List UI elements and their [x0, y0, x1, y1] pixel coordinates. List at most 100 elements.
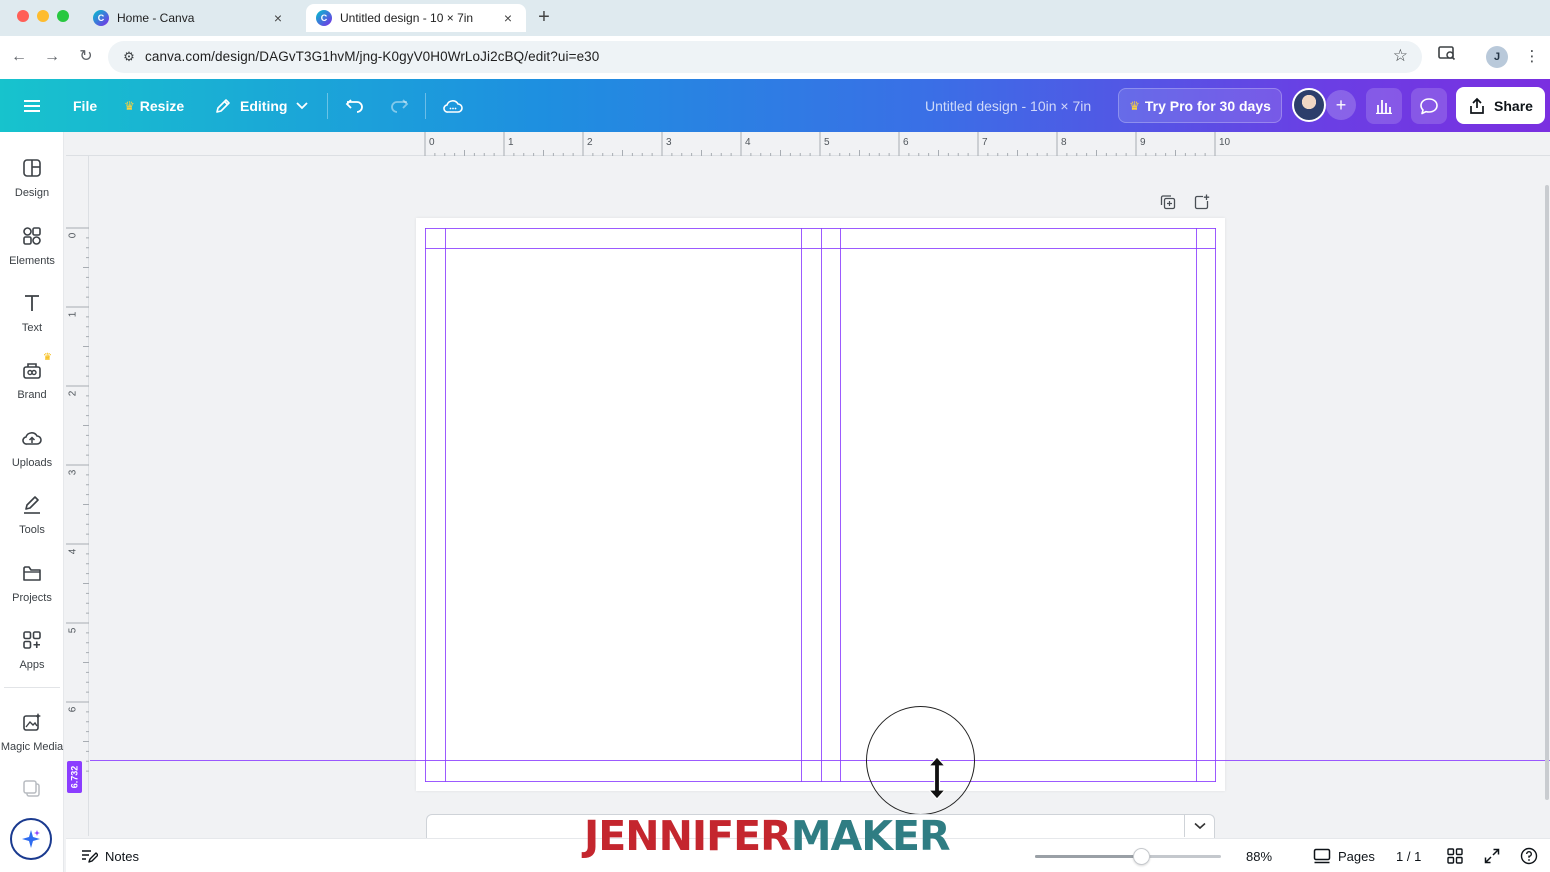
notes-label: Notes	[105, 848, 139, 864]
sidebar-item-label: Tools	[19, 524, 45, 536]
fullscreen-icon[interactable]	[1482, 846, 1502, 866]
horizontal-ruler[interactable]	[66, 132, 1550, 156]
pencil-icon	[214, 97, 232, 115]
crown-icon: ♛	[1129, 98, 1140, 113]
apps-icon	[20, 628, 44, 652]
editing-mode-dropdown[interactable]: Editing	[214, 79, 309, 132]
guide-line-horizontal-active[interactable]	[90, 760, 1550, 761]
upload-share-icon	[1470, 97, 1484, 114]
cloud-save-icon[interactable]	[440, 93, 466, 119]
browser-tab-home[interactable]: C Home - Canva ×	[83, 4, 296, 32]
insights-button[interactable]	[1366, 88, 1402, 124]
ruler-ticks	[66, 227, 89, 772]
sidebar-item-projects[interactable]: Projects	[0, 559, 64, 619]
duplicate-page-icon[interactable]	[1158, 192, 1178, 212]
sidebar-item-tools[interactable]: Tools	[0, 491, 64, 551]
browser-tab-bar: C Home - Canva × C Untitled design - 10 …	[0, 0, 1550, 36]
ruler-tick-label: 0	[67, 232, 79, 239]
url-omnibox[interactable]: ⚙ canva.com/design/DAGvT3G1hvM/jng-K0gyV…	[108, 41, 1422, 73]
comments-button[interactable]	[1411, 88, 1447, 124]
tab-close-icon[interactable]: ×	[270, 10, 286, 26]
sidebar-more-apps-icon[interactable]	[0, 776, 64, 800]
sidebar-item-magic-media[interactable]: Magic Media	[0, 708, 64, 768]
sidebar-item-brand[interactable]: ♛ Brand	[0, 352, 64, 416]
browser-profile-avatar[interactable]: J	[1486, 46, 1508, 68]
resize-button[interactable]: ♛ Resize	[124, 79, 184, 132]
add-page-icon[interactable]	[1192, 192, 1212, 212]
zoom-slider-handle[interactable]	[1133, 848, 1151, 865]
ruler-tick-label: 8	[1061, 137, 1067, 148]
vertical-ruler[interactable]	[66, 156, 89, 836]
cursor-highlight-ring	[866, 706, 975, 815]
grid-view-icon[interactable]	[1445, 846, 1465, 866]
guide-line-vertical[interactable]	[1215, 228, 1216, 782]
ruler-tick-label: 2	[67, 390, 79, 397]
canva-assistant-button[interactable]	[10, 818, 52, 860]
ruler-tick-label: 4	[67, 548, 79, 555]
zoom-slider-fill	[1035, 855, 1142, 858]
url-text[interactable]: canva.com/design/DAGvT3G1hvM/jng-K0gyV0H…	[145, 49, 599, 64]
ruler-ticks	[424, 132, 1216, 156]
help-icon[interactable]	[1519, 846, 1539, 866]
invite-collaborator-button[interactable]: +	[1326, 90, 1356, 120]
jennifermaker-watermark: JENNIFER MAKER	[584, 811, 951, 860]
pages-expand-button[interactable]	[1184, 815, 1215, 837]
stack-icon	[20, 778, 44, 800]
pro-crown-icon: ♛	[43, 352, 52, 363]
pages-button[interactable]: Pages	[1313, 846, 1375, 866]
ruler-tick-label: 1	[508, 137, 514, 148]
guide-line-vertical[interactable]	[1196, 228, 1197, 782]
canva-favicon-icon: C	[93, 10, 109, 26]
share-button[interactable]: Share	[1456, 87, 1545, 124]
tab-title: Home - Canva	[117, 11, 195, 25]
vertical-scrollbar[interactable]	[1545, 185, 1549, 800]
document-title[interactable]: Untitled design - 10in × 7in	[925, 79, 1091, 132]
main-menu-button[interactable]	[20, 79, 44, 132]
crown-icon: ♛	[124, 98, 135, 113]
undo-icon[interactable]	[342, 93, 368, 119]
guide-line-vertical[interactable]	[445, 228, 446, 782]
sidebar-item-label: Design	[14, 187, 50, 199]
sidebar-item-elements[interactable]: Elements	[0, 222, 64, 282]
file-menu-button[interactable]: File	[73, 79, 97, 132]
sparkle-icon	[22, 830, 40, 848]
sidebar-item-uploads[interactable]: Uploads	[0, 424, 64, 484]
new-tab-button[interactable]: +	[534, 6, 554, 28]
back-arrow-icon[interactable]: ←	[7, 45, 31, 69]
share-label: Share	[1494, 97, 1533, 114]
tab-search-icon[interactable]	[1435, 45, 1459, 69]
canva-favicon-icon: C	[316, 10, 332, 26]
watermark-part-2: MAKER	[790, 811, 951, 860]
reload-icon[interactable]: ↻	[74, 45, 98, 69]
tab-close-icon[interactable]: ×	[500, 10, 516, 26]
sidebar-item-apps[interactable]: Apps	[0, 626, 64, 686]
window-close-button[interactable]	[17, 10, 29, 22]
sidebar-item-text[interactable]: Text	[0, 289, 64, 349]
redo-icon[interactable]	[386, 93, 412, 119]
sidebar-item-label: Elements	[9, 255, 55, 267]
window-minimize-button[interactable]	[37, 10, 49, 22]
guide-line-vertical[interactable]	[821, 228, 822, 782]
guide-position-value: 6.732	[69, 765, 80, 789]
browser-menu-icon[interactable]: ⋮	[1520, 45, 1544, 69]
ruler-tick-label: 3	[67, 469, 79, 476]
sidebar-item-label: Text	[21, 322, 43, 334]
browser-tab-design[interactable]: C Untitled design - 10 × 7in ×	[306, 4, 526, 32]
guide-position-marker: 6.732	[67, 761, 82, 793]
guide-line-vertical[interactable]	[425, 228, 426, 782]
guide-line-vertical[interactable]	[801, 228, 802, 782]
user-avatar[interactable]	[1292, 88, 1326, 122]
guide-line-vertical[interactable]	[840, 228, 841, 782]
sidebar-item-label: Brand	[17, 389, 47, 401]
chevron-down-icon	[1194, 822, 1206, 830]
sidebar-item-design[interactable]: Design	[0, 154, 64, 214]
try-pro-button[interactable]: ♛ Try Pro for 30 days	[1118, 88, 1282, 123]
forward-arrow-icon[interactable]: →	[40, 45, 64, 69]
tab-title: Untitled design - 10 × 7in	[340, 11, 474, 25]
window-maximize-button[interactable]	[57, 10, 69, 22]
site-settings-icon[interactable]: ⚙	[120, 48, 138, 66]
notes-button[interactable]: Notes	[80, 846, 139, 866]
zoom-level-label[interactable]: 88%	[1246, 846, 1272, 866]
bookmark-star-icon[interactable]: ☆	[1393, 46, 1408, 66]
ruler-tick-label: 5	[67, 627, 79, 634]
